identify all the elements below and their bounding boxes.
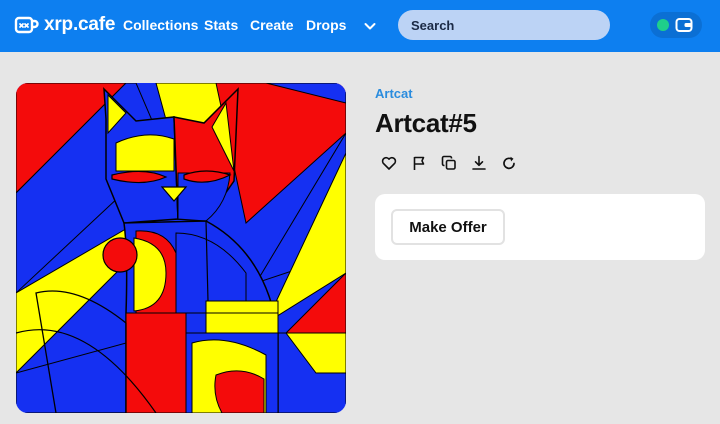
brand-name: xrp.cafe [44,14,116,35]
search-input[interactable] [411,17,591,33]
nft-artwork [16,83,346,413]
refresh-icon [503,156,515,170]
wallet-button[interactable] [650,12,702,38]
flag-icon [413,156,425,170]
offer-panel: Make Offer [375,194,705,260]
copy-icon [441,155,456,170]
chevron-down-icon[interactable] [362,18,378,34]
nft-action-bar [378,152,528,174]
wallet-icon [675,18,693,32]
search-bar[interactable] [398,10,610,40]
nav-stats[interactable]: Stats [204,17,238,33]
refresh-button[interactable] [498,152,520,174]
connection-status-dot [657,19,669,31]
artwork-image [16,83,346,413]
download-icon [472,155,486,170]
top-navigation-bar: xrp.cafe Collections Stats Create Drops [0,0,720,52]
nav-create[interactable]: Create [250,17,294,33]
collection-link[interactable]: Artcat [375,86,413,101]
cafe-cup-logo-icon [14,16,39,34]
heart-icon [381,156,397,170]
make-offer-button[interactable]: Make Offer [391,209,505,245]
nav-collections[interactable]: Collections [123,17,198,33]
report-button[interactable] [408,152,430,174]
nav-drops[interactable]: Drops [306,17,346,33]
favorite-button[interactable] [378,152,400,174]
copy-link-button[interactable] [438,152,460,174]
nft-title: Artcat#5 [375,108,477,138]
brand-logo[interactable]: xrp.cafe [14,13,115,37]
download-button[interactable] [468,152,490,174]
